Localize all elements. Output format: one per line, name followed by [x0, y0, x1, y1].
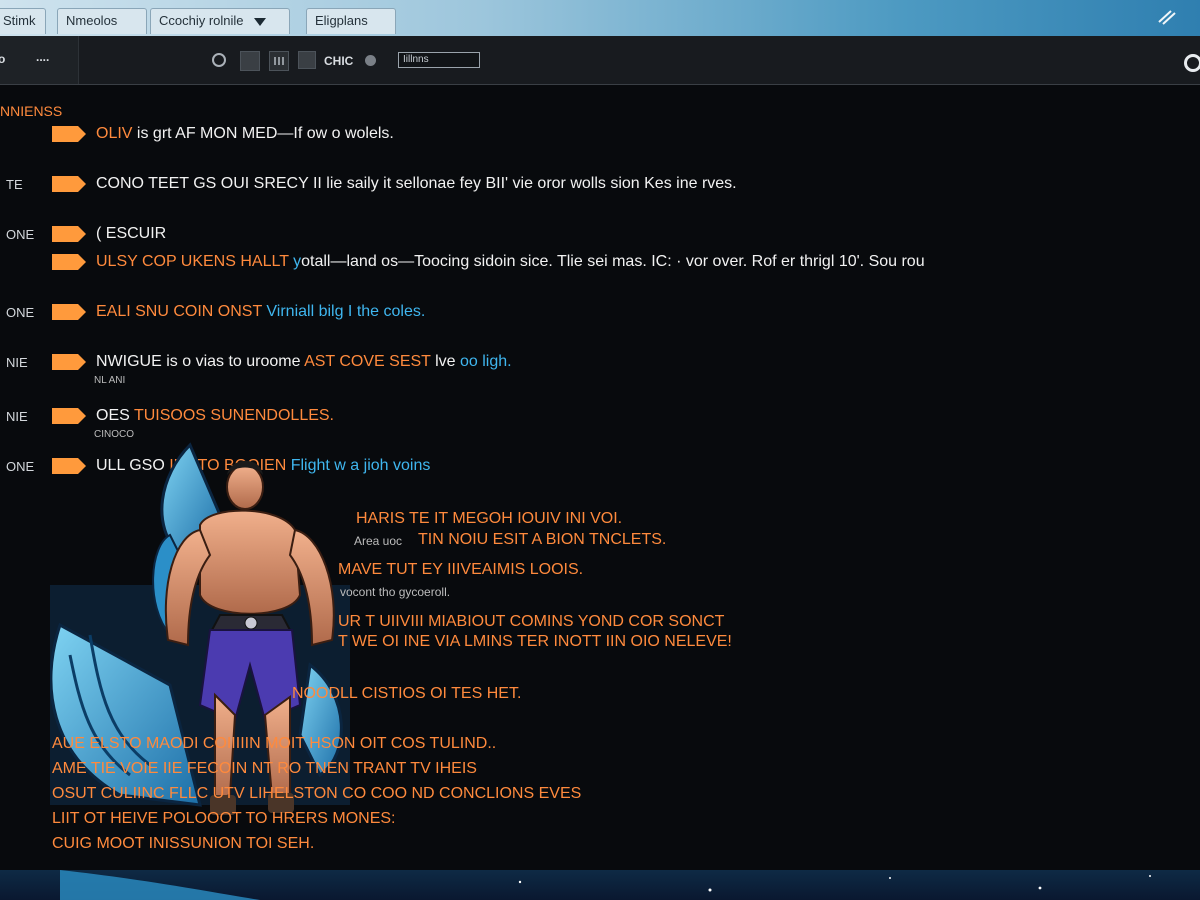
toolbar-label: CHIC	[324, 54, 354, 68]
toolbar-left-pane: o ....	[0, 36, 79, 84]
tab-label: Ccochiy rolnile	[159, 13, 244, 28]
panel-toggle-icon[interactable]: o	[0, 52, 5, 66]
tab-label: Nmeolos	[66, 13, 118, 28]
list-item-text: EALI SNU COIN ONST	[96, 303, 267, 320]
tab-label: Stimk	[3, 13, 36, 28]
chevron-down-icon[interactable]	[253, 17, 266, 26]
tag-arrow-icon[interactable]	[52, 354, 86, 370]
tab-2[interactable]: Ccochiy rolnile	[150, 8, 290, 34]
search-input[interactable]: Iillnns	[398, 52, 480, 68]
search-value: Iillnns	[403, 54, 429, 65]
tag-arrow-icon[interactable]	[52, 254, 86, 270]
tag-arrow-icon[interactable]	[52, 226, 86, 242]
list-item-text: Virniall bilg I the coles.	[266, 303, 426, 320]
row-side-label: TE	[6, 177, 23, 192]
bottom-text-line: CUIG MOOT INISSUNION TOI SEH.	[52, 835, 315, 852]
list-item-text: oo ligh.	[460, 353, 512, 370]
list-item[interactable]: NWIGUE is o vias to uroome AST COVE SEST…	[96, 353, 512, 371]
list-item-text: AST COVE SEST	[304, 353, 436, 370]
list-item-text: ULSY COP UKENS HALLT	[96, 253, 294, 270]
list-item[interactable]: OLIV is grt AF MON MED—If ow o wolels.	[96, 125, 394, 143]
grid-icon[interactable]	[269, 51, 289, 71]
list-item[interactable]: CONO TEET GS OUI SRECY II lie saily it s…	[96, 175, 737, 193]
bottom-text-line: OSUT CULIINC FLLC UTV LIHELSTON CO COO N…	[52, 785, 582, 802]
content-area: NNIENSS OLIV is grt AF MON MED—If ow o w…	[0, 85, 1200, 870]
title-bar: Stimk Nmeolos Ccochiy rolnile Eligplans	[0, 0, 1200, 36]
row-side-label: NIE	[6, 355, 28, 370]
list-item-text: NWIGUE	[96, 353, 162, 370]
row-side-label: ONE	[6, 459, 35, 474]
list-item-text: OLIV	[96, 125, 133, 142]
list-item-text: lve	[435, 353, 460, 370]
refresh-icon[interactable]	[1184, 54, 1200, 72]
tag-arrow-icon[interactable]	[52, 126, 86, 142]
text-line: TIN NOIU ESIT A BION TNCLETS.	[418, 531, 667, 548]
more-dots[interactable]: ....	[36, 50, 49, 64]
tab-0[interactable]: Stimk	[0, 8, 46, 34]
row-side-label: ONE	[6, 227, 35, 242]
text-subline: Area uoc	[354, 534, 403, 548]
list-item[interactable]: ULSY COP UKENS HALLT yotall—land os—Tooc…	[96, 253, 925, 271]
list-item-text: CONO TEET GS OUI SRECY II lie saily it s…	[96, 175, 737, 192]
tag-arrow-icon[interactable]	[52, 408, 86, 424]
text-line: T WE OI INE VIA LMINS TER INOTT IIN OIO …	[338, 633, 732, 650]
list-item-text: TUISOOS SUNENDOLLES.	[129, 407, 334, 424]
toggle-dot-icon[interactable]	[365, 55, 376, 66]
bottom-text-line: AUE ELSTO MAODI COIIIIIN MOIT HSON OIT C…	[52, 735, 497, 752]
list-item-text: ( ESCUIR	[96, 225, 167, 242]
list-item-text: is grt AF MON MED—If ow o wolels.	[132, 125, 394, 142]
list-item[interactable]: ( ESCUIR	[96, 225, 166, 243]
list-item-text: is o vias to uroome	[161, 353, 305, 370]
list-item-text: otall—land os—Toocing sidoin sice. Tlie …	[301, 253, 925, 270]
row-subcaption: NL ANI	[94, 375, 126, 386]
bottom-text-line: LIIT OT HEIVE POLOOOT TO HRERS MONES:	[52, 810, 396, 827]
row-side-label: ONE	[6, 305, 35, 320]
stop-icon[interactable]	[240, 51, 260, 71]
sidebar-title: NNIENSS	[0, 103, 63, 119]
restore-window-button[interactable]	[1156, 8, 1178, 26]
text-subline: vocont tho gycoeroll.	[340, 585, 451, 599]
tab-label: Eligplans	[315, 13, 368, 28]
text-line: UR T UIIVIII MIABIOUT COMINS YOND COR SO…	[338, 613, 725, 630]
list-item-text: OES	[96, 407, 130, 424]
tag-arrow-icon[interactable]	[52, 176, 86, 192]
footer-starfield	[0, 870, 1200, 900]
tab-3[interactable]: Eligplans	[306, 8, 396, 34]
frame-icon[interactable]	[298, 51, 316, 69]
text-line: MAVE TUT EY IIIVEAIMIS LOOIS.	[338, 561, 584, 578]
text-line: NOODLL CISTIOS OI TES HET.	[292, 685, 522, 702]
row-side-label: NIE	[6, 409, 28, 424]
list-item-text: y	[293, 253, 302, 270]
record-icon[interactable]	[212, 53, 226, 67]
bottom-text-line: AME TIE VOIE IIE FECOIN NT RO TNEN TRANT…	[52, 760, 477, 777]
tab-1[interactable]: Nmeolos	[57, 8, 147, 34]
text-line: HARIS TE IT MEGOH IOUIV INI VOI.	[356, 510, 623, 527]
tag-arrow-icon[interactable]	[52, 304, 86, 320]
list-item[interactable]: OES TUISOOS SUNENDOLLES.	[96, 407, 334, 425]
toolbar: o .... CHIC Iillnns	[0, 36, 1200, 85]
list-item[interactable]: EALI SNU COIN ONST Virniall bilg I the c…	[96, 303, 425, 321]
restore-icon	[1158, 10, 1176, 25]
